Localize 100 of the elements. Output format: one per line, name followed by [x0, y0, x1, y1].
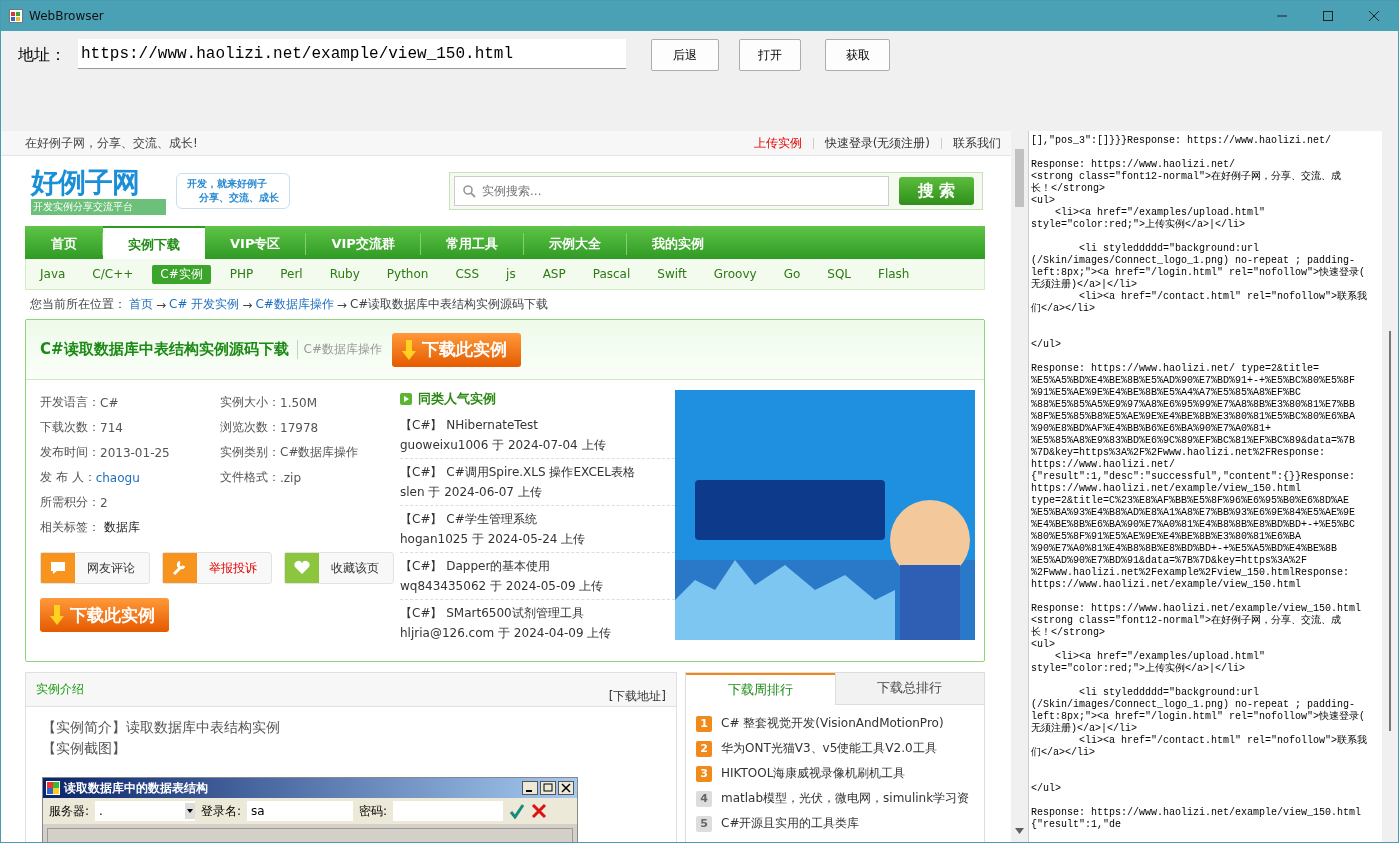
- ranking-link[interactable]: 华为ONT光猫V3、v5使能工具V2.0工具: [721, 740, 937, 757]
- field-label: 密码:: [359, 802, 388, 820]
- tag-link[interactable]: 数据库: [104, 519, 140, 536]
- login-field[interactable]: sa: [247, 801, 354, 821]
- action-button[interactable]: 收藏该页: [284, 552, 394, 584]
- nav-tab[interactable]: 示例大全: [523, 229, 626, 259]
- nav-tab[interactable]: 实例下载: [103, 226, 205, 259]
- info-label: 下载次数：: [40, 419, 100, 436]
- toolbar-button[interactable]: 获取: [825, 39, 890, 71]
- address-label: 地址：: [18, 45, 67, 66]
- related-link[interactable]: 【C#】 Dapper的基本使用: [400, 558, 675, 575]
- language-link[interactable]: Perl: [272, 266, 311, 282]
- app-icon: [9, 9, 23, 23]
- top-link[interactable]: 联系我们: [953, 134, 1001, 152]
- address-field[interactable]: https://www.haolizi.net/example/view_150.html: [78, 39, 626, 69]
- language-link[interactable]: PHP: [221, 266, 262, 282]
- server-dropdown[interactable]: .: [95, 801, 196, 821]
- language-link[interactable]: Groovy: [705, 266, 765, 282]
- ranking-link[interactable]: HIKTOOL海康威视录像机刷机工具: [721, 765, 906, 782]
- log-line: 无须注册)</a>|</li>: [1031, 723, 1137, 735]
- related-link[interactable]: 【C#】 C#调用Spire.XLS 操作EXCEL表格: [400, 464, 675, 481]
- log-line: Response: https://www.haolizi.net/example/view_150.html: [1031, 591, 1362, 615]
- download-button[interactable]: 下载此实例: [392, 332, 521, 367]
- breadcrumb-link[interactable]: C#数据库操作: [255, 296, 334, 313]
- related-link[interactable]: 【C#】 C#学生管理系统: [400, 511, 675, 528]
- scrollbar[interactable]: [1011, 131, 1028, 842]
- nav-tab[interactable]: 首页: [26, 229, 102, 259]
- ranking-link[interactable]: C# 整套视觉开发(VisionAndMotionPro): [721, 715, 944, 732]
- log-line: %E5%A5%BD%E4%BE%8B%E5%AD%90%E7%BD%91+-+%E5%BC%80%E5%8F: [1031, 375, 1356, 387]
- language-link[interactable]: SQL: [819, 266, 860, 282]
- log-line: </ul>: [1031, 315, 1061, 351]
- scrollbar-thumb[interactable]: [1389, 331, 1391, 731]
- scrollbar-thumb[interactable]: [1015, 149, 1024, 207]
- language-link[interactable]: js: [498, 266, 524, 282]
- example-title: C#读取数据库中表结构实例源码下载: [40, 340, 298, 359]
- close-icon[interactable]: [1368, 10, 1380, 22]
- log-line: <li><a href="/contact.html" rel="nofollow">联系我: [1078, 291, 1368, 303]
- nav-tab[interactable]: 我的实例: [626, 229, 729, 259]
- language-link[interactable]: C/C++: [84, 266, 142, 282]
- log-line: %E5%85%A8%E9%83%BD%E6%9C%89%EF%BC%81%EF%BC%89&data=%7B: [1031, 435, 1356, 447]
- language-link[interactable]: ASP: [534, 266, 574, 282]
- language-link[interactable]: CSS: [447, 266, 488, 282]
- download-button[interactable]: 下载此实例: [40, 598, 169, 632]
- log-line: style="color:red;">上传实例</a>|</li>: [1031, 663, 1246, 675]
- password-field[interactable]: [393, 801, 504, 821]
- language-link[interactable]: Java: [32, 266, 74, 282]
- breadcrumb-text: C#读取数据库中表结构实例源码下载: [349, 296, 549, 313]
- language-link[interactable]: Pascal: [584, 266, 639, 282]
- maximize-icon[interactable]: [1322, 10, 1334, 22]
- language-link[interactable]: C#实例: [152, 264, 211, 284]
- log-line: %7D&key=https%3A%2F%2Fwww.haolizi.net%2FResponse:: [1031, 447, 1326, 459]
- info-label: 文件格式：: [220, 469, 280, 486]
- log-line: %E5%BA%93%E4%B8%AD%E8%A1%A8%E7%BB%93%E6%9E%84%E5%AE%9E: [1031, 507, 1356, 519]
- upload-info: guoweixu1006 于 2024-07-04 上传: [400, 437, 607, 454]
- language-link[interactable]: Flash: [870, 266, 918, 282]
- play-icon: [400, 393, 412, 405]
- breadcrumb-arrow: →: [242, 297, 253, 312]
- language-link[interactable]: Ruby: [321, 266, 368, 282]
- top-link[interactable]: 上传实例: [753, 134, 802, 152]
- action-button[interactable]: 举报投诉: [162, 552, 272, 584]
- intro-text: 【实例截图】: [42, 739, 127, 758]
- search-button[interactable]: 搜 索: [899, 177, 974, 205]
- info-value: C#数据库操作: [280, 444, 359, 461]
- intro-tab[interactable]: 实例介绍: [36, 681, 84, 698]
- top-link[interactable]: 快速登录(无须注册): [824, 134, 930, 152]
- author-link[interactable]: chaogu: [95, 470, 140, 485]
- scroll-down-icon[interactable]: [1015, 828, 1024, 834]
- toolbar-button[interactable]: 打开: [739, 39, 801, 71]
- nav-tab[interactable]: 常用工具: [420, 229, 523, 259]
- nav-tab[interactable]: VIP交流群: [306, 229, 420, 259]
- upload-info: hogan1025 于 2024-05-24 上传: [400, 531, 587, 548]
- scrollbar[interactable]: [1382, 131, 1398, 842]
- dialog-title: 读取数据库中的数据表结构: [64, 779, 208, 797]
- log-line: <li styleddddd="background:url: [1031, 231, 1260, 255]
- log-line: %91%E5%AE%9E%E4%BE%8B%E5%A4%A7%E5%85%A8%EF%BC: [1031, 387, 1302, 399]
- action-button[interactable]: 网友评论: [40, 552, 150, 584]
- field-label: 登录名:: [201, 802, 242, 820]
- language-link[interactable]: Go: [775, 266, 809, 282]
- related-link[interactable]: 【C#】 NHibernateTest: [400, 417, 675, 434]
- rank-badge: 5: [696, 815, 712, 832]
- search-field[interactable]: 实例搜索...: [454, 176, 889, 206]
- breadcrumb-link[interactable]: C# 开发实例: [169, 296, 240, 313]
- cross-icon[interactable]: [531, 803, 548, 819]
- breadcrumb-link[interactable]: 首页: [129, 296, 153, 313]
- log-line: Response: https://www.haolizi.net/: [1031, 147, 1236, 171]
- log-line: [],"pos_3":[]}}}Response: https://www.haolizi.net/: [1031, 135, 1332, 147]
- related-link[interactable]: 【C#】 SMart6500试剂管理工具: [400, 605, 675, 622]
- toolbar-button[interactable]: 后退: [651, 39, 719, 71]
- ranking-link[interactable]: C#开源且实用的工具类库: [721, 815, 860, 832]
- language-link[interactable]: Python: [378, 266, 437, 282]
- log-line: (/Skin/images/Connect_logo_1.png) no-repeat ; padding-: [1031, 699, 1356, 711]
- nav-tab[interactable]: VIP专区: [205, 229, 306, 259]
- check-icon[interactable]: [509, 803, 526, 819]
- log-line: <li><a href="/examples/upload.html": [1054, 651, 1266, 663]
- log-line: %90%E8%BD%AF%E4%BB%B6%E6%BA%90%E7%A0%81+: [1031, 423, 1272, 435]
- ranking-tab[interactable]: 下载总排行: [834, 673, 984, 705]
- log-line: <strong class="font12-normal">在好例子网，分享、交流、成: [1031, 615, 1342, 627]
- language-link[interactable]: Swift: [649, 266, 695, 282]
- ranking-link[interactable]: matlab模型，光伏，微电网，simulink学习资: [721, 790, 970, 807]
- download-link[interactable]: [下载地址]: [608, 688, 666, 705]
